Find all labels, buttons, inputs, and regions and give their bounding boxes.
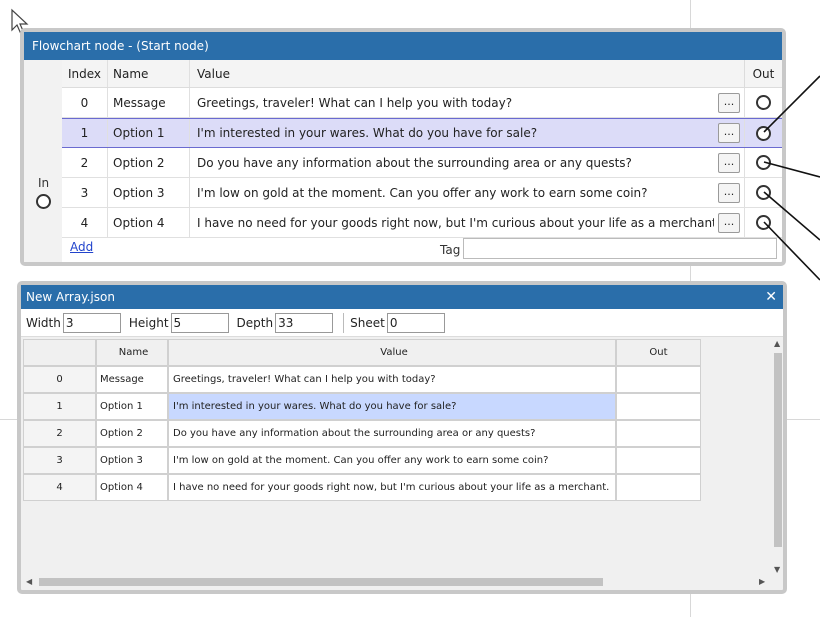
grid-header: Name Value Out xyxy=(23,339,701,366)
sheet-input[interactable]: 0 xyxy=(386,312,445,333)
grid-row: 4 Option 4 I have no need for your goods… xyxy=(23,474,701,501)
grid-row: 3 Option 3 I'm low on gold at the moment… xyxy=(23,447,701,474)
flowchart-node[interactable]: Flowchart node - (Start node) In Index N… xyxy=(20,28,786,266)
connection-wire xyxy=(763,161,820,178)
depth-label: Depth xyxy=(236,315,274,330)
grid-cell-value[interactable]: I'm low on gold at the moment. Can you o… xyxy=(168,447,616,474)
grid-cell-name[interactable]: Option 2 xyxy=(96,420,168,447)
node-table-header: Index Name Value Out xyxy=(62,60,782,88)
node-table: Index Name Value Out 0 Message Greetings… xyxy=(62,60,782,238)
grid-corner-cell[interactable] xyxy=(23,339,96,366)
edit-value-button[interactable]: ... xyxy=(718,212,740,233)
edit-value-button[interactable]: ... xyxy=(718,182,740,203)
json-grid: Name Value Out 0 Message Greetings, trav… xyxy=(23,339,701,501)
table-row[interactable]: 2 Option 2 Do you have any information a… xyxy=(62,148,782,178)
grid-header-out[interactable]: Out xyxy=(616,339,701,366)
scroll-right-icon[interactable]: ▶ xyxy=(759,577,765,586)
row-value[interactable]: I'm interested in your wares. What do yo… xyxy=(189,119,714,147)
node-title[interactable]: Flowchart node - (Start node) xyxy=(24,32,782,60)
connection-wire xyxy=(763,75,820,133)
row-index: 2 xyxy=(80,155,89,170)
height-input[interactable]: 5 xyxy=(170,312,229,333)
grid-row: 2 Option 2 Do you have any information a… xyxy=(23,420,701,447)
grid-cell-out[interactable] xyxy=(616,474,701,501)
grid-header-value[interactable]: Value xyxy=(168,339,616,366)
grid-row-header[interactable]: 0 xyxy=(23,366,96,393)
connection-wire xyxy=(763,191,820,241)
column-header-value: Value xyxy=(189,60,714,87)
edit-value-button[interactable]: ... xyxy=(718,152,740,173)
height-label: Height xyxy=(128,315,169,330)
row-value[interactable]: Do you have any information about the su… xyxy=(189,148,714,177)
row-value[interactable]: I'm low on gold at the moment. Can you o… xyxy=(189,178,714,207)
tag-label: Tag xyxy=(440,243,461,257)
table-row[interactable]: 4 Option 4 I have no need for your goods… xyxy=(62,208,782,238)
width-input[interactable]: 3 xyxy=(62,312,121,333)
row-name[interactable]: Message xyxy=(107,88,189,117)
window-title-bar[interactable]: New Array.json ✕ xyxy=(21,285,783,309)
row-value[interactable]: I have no need for your goods right now,… xyxy=(189,208,714,237)
edit-value-button[interactable]: ... xyxy=(718,92,740,113)
toolbar-separator xyxy=(343,312,345,333)
grid-cell-name[interactable]: Option 4 xyxy=(96,474,168,501)
row-name[interactable]: Option 2 xyxy=(107,148,189,177)
close-icon[interactable]: ✕ xyxy=(765,285,777,309)
grid-cell-value[interactable]: Greetings, traveler! What can I help you… xyxy=(168,366,616,393)
grid-cell-value[interactable]: Do you have any information about the su… xyxy=(168,420,616,447)
tag-input[interactable] xyxy=(463,238,777,259)
json-array-window[interactable]: New Array.json ✕ Width 3 Height 5 Depth … xyxy=(17,281,787,594)
row-name[interactable]: Option 3 xyxy=(107,178,189,207)
horizontal-scrollbar[interactable]: ◀ ▶ xyxy=(25,577,769,587)
grid-cell-name[interactable]: Option 1 xyxy=(96,393,168,420)
scroll-down-icon[interactable]: ▼ xyxy=(774,565,780,574)
column-header-name: Name xyxy=(107,60,189,87)
row-value[interactable]: Greetings, traveler! What can I help you… xyxy=(189,88,714,117)
row-name[interactable]: Option 1 xyxy=(107,119,189,147)
table-row-selected[interactable]: 1 Option 1 I'm interested in your wares.… xyxy=(62,118,782,148)
depth-input[interactable]: 33 xyxy=(275,312,334,333)
connection-wire xyxy=(763,221,820,281)
grid-cell-name[interactable]: Message xyxy=(96,366,168,393)
edit-value-button[interactable]: ... xyxy=(718,123,740,143)
dimensions-toolbar: Width 3 Height 5 Depth 33 Sheet 0 xyxy=(21,309,783,337)
add-row-link[interactable]: Add xyxy=(70,240,93,254)
grid-cell-out[interactable] xyxy=(616,447,701,474)
column-header-index: Index xyxy=(68,66,102,81)
table-row[interactable]: 0 Message Greetings, traveler! What can … xyxy=(62,88,782,118)
window-title: New Array.json xyxy=(26,290,115,304)
grid-row: 0 Message Greetings, traveler! What can … xyxy=(23,366,701,393)
grid-row-header[interactable]: 2 xyxy=(23,420,96,447)
in-area: In xyxy=(24,60,62,262)
row-index: 4 xyxy=(80,215,89,230)
width-label: Width xyxy=(26,315,61,330)
vertical-scrollbar[interactable]: ▲ ▼ xyxy=(773,339,783,577)
horizontal-scroll-thumb[interactable] xyxy=(39,578,603,586)
grid-row-header[interactable]: 3 xyxy=(23,447,96,474)
row-name[interactable]: Option 4 xyxy=(107,208,189,237)
grid-cell-out[interactable] xyxy=(616,393,701,420)
in-label: In xyxy=(38,176,50,190)
grid-cell-out[interactable] xyxy=(616,366,701,393)
table-row[interactable]: 3 Option 3 I'm low on gold at the moment… xyxy=(62,178,782,208)
sheet-label: Sheet xyxy=(350,315,385,330)
grid-cell-name[interactable]: Option 3 xyxy=(96,447,168,474)
row-index: 1 xyxy=(80,126,89,140)
grid-header-name[interactable]: Name xyxy=(96,339,168,366)
grid-cell-value[interactable]: I have no need for your goods right now,… xyxy=(168,474,616,501)
grid-cell-out[interactable] xyxy=(616,420,701,447)
scroll-up-icon[interactable]: ▲ xyxy=(774,339,780,348)
vertical-scroll-thumb[interactable] xyxy=(774,353,782,547)
grid-row-header[interactable]: 1 xyxy=(23,393,96,420)
grid-row: 1 Option 1 I'm interested in your wares.… xyxy=(23,393,701,420)
connection-wires xyxy=(763,75,820,281)
row-index: 3 xyxy=(80,185,89,200)
scroll-left-icon[interactable]: ◀ xyxy=(26,577,32,586)
canvas[interactable]: Flowchart node - (Start node) In Index N… xyxy=(0,0,820,617)
in-port-icon[interactable] xyxy=(36,194,51,209)
row-index: 0 xyxy=(80,95,89,110)
grid-cell-value-selected[interactable]: I'm interested in your wares. What do yo… xyxy=(168,393,616,420)
grid-row-header[interactable]: 4 xyxy=(23,474,96,501)
